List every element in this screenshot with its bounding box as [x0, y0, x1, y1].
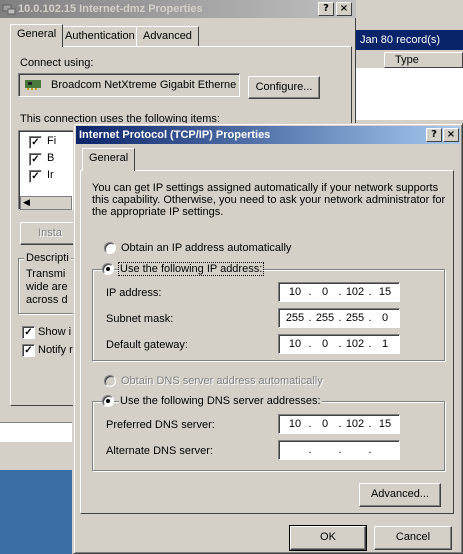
dns-group: [92, 401, 445, 471]
ip-octet-3: 102: [345, 286, 365, 298]
component-checkbox-3[interactable]: ✓: [29, 170, 42, 183]
install-button[interactable]: Insta: [20, 222, 80, 245]
dialog-close-button[interactable]: ×: [443, 128, 459, 142]
pdns-octet-2: 0: [321, 418, 329, 430]
component-checkbox-1[interactable]: ✓: [29, 136, 42, 149]
background-strip: [0, 422, 72, 442]
ip-address-field[interactable]: 10. 0. 102. 15: [278, 282, 400, 302]
configure-button[interactable]: Configure...: [248, 76, 320, 99]
bg-tab-general[interactable]: General: [10, 24, 64, 47]
description-line-1: Transmi: [26, 268, 66, 280]
tcpip-title: Internet Protocol (TCP/IP) Properties: [79, 129, 271, 141]
ip-address-label: IP address:: [106, 287, 162, 299]
notify-label: Notify r: [38, 344, 73, 356]
alternate-dns-label: Alternate DNS server:: [106, 445, 213, 457]
adapter-field: Broadcom NetXtreme Gigabit Etherne: [18, 73, 240, 97]
subnet-octet-4: 0: [381, 312, 389, 324]
bg-tab-advanced[interactable]: Advanced: [136, 26, 199, 46]
pdns-octet-3: 102: [345, 418, 365, 430]
gateway-octet-2: 0: [321, 338, 329, 350]
description-line-3: across d: [26, 294, 68, 306]
components-scrollbar[interactable]: ◀: [20, 196, 72, 210]
scroll-left-icon[interactable]: ◀: [23, 197, 30, 208]
component-item-2[interactable]: B: [47, 152, 54, 164]
ok-button[interactable]: OK: [289, 525, 367, 551]
gateway-octet-1: 10: [288, 338, 302, 350]
component-item-3[interactable]: Ir: [47, 169, 54, 181]
component-checkbox-2[interactable]: ✓: [29, 153, 42, 166]
intro-text: You can get IP settings assigned automat…: [92, 182, 446, 218]
bg-tab-authentication[interactable]: Authentication: [58, 26, 142, 46]
component-item-1[interactable]: Fi: [47, 135, 56, 147]
gateway-octet-3: 102: [345, 338, 365, 350]
alternate-dns-field[interactable]: . . .: [278, 440, 400, 460]
list-window-header-bar: Jan 80 record(s): [356, 30, 463, 50]
pdns-octet-4: 15: [378, 418, 392, 430]
show-icon-checkbox[interactable]: ✓: [22, 326, 35, 339]
subnet-octet-1: 255: [285, 312, 305, 324]
notify-checkbox[interactable]: ✓: [22, 344, 35, 357]
ip-octet-4: 15: [378, 286, 392, 298]
preferred-dns-label: Preferred DNS server:: [106, 419, 215, 431]
connection-properties-titlebar: 10.0.102.15 Internet-dmz Properties: [0, 0, 356, 18]
use-following-ip-label[interactable]: Use the following IP address:: [117, 262, 265, 276]
subnet-mask-field[interactable]: 255. 255. 255. 0: [278, 308, 400, 328]
use-following-dns-radio[interactable]: [102, 395, 114, 407]
bg-close-button[interactable]: ×: [336, 2, 352, 16]
obtain-ip-auto-label[interactable]: Obtain an IP address automatically: [121, 242, 291, 254]
cancel-button[interactable]: Cancel: [374, 526, 452, 550]
description-line-2: wide are: [26, 281, 68, 293]
connect-using-label: Connect using:: [20, 57, 94, 69]
gateway-field[interactable]: 10. 0. 102. 1: [278, 334, 400, 354]
list-window-body: [356, 68, 463, 120]
gateway-label: Default gateway:: [106, 339, 188, 351]
obtain-ip-auto-radio[interactable]: [104, 242, 116, 254]
network-adapter-icon: [25, 80, 41, 90]
subnet-octet-2: 255: [315, 312, 335, 324]
network-connection-icon: [2, 4, 16, 15]
ip-octet-1: 10: [288, 286, 302, 298]
ip-octet-2: 0: [321, 286, 329, 298]
tcpip-titlebar: Internet Protocol (TCP/IP) Properties: [76, 126, 460, 144]
bg-help-button[interactable]: ?: [318, 2, 334, 16]
obtain-dns-auto-label[interactable]: Obtain DNS server address automatically: [121, 375, 323, 387]
preferred-dns-field[interactable]: 10. 0. 102. 15: [278, 414, 400, 434]
use-following-dns-label[interactable]: Use the following DNS server addresses:: [119, 395, 322, 407]
dialog-help-button[interactable]: ?: [426, 128, 442, 142]
list-column-type[interactable]: Type: [384, 52, 463, 68]
use-following-ip-radio[interactable]: [102, 263, 114, 275]
gateway-octet-4: 1: [381, 338, 389, 350]
pdns-octet-1: 10: [288, 418, 302, 430]
subnet-mask-label: Subnet mask:: [106, 313, 174, 325]
show-icon-label: Show i: [38, 326, 72, 338]
description-group-label: Descripti: [24, 252, 71, 264]
adapter-name: Broadcom NetXtreme Gigabit Etherne: [51, 79, 237, 91]
advanced-button[interactable]: Advanced...: [359, 483, 441, 507]
subnet-octet-3: 255: [345, 312, 365, 324]
desktop-background: [0, 470, 72, 554]
connection-properties-title: 10.0.102.15 Internet-dmz Properties: [18, 3, 203, 15]
dialog-tab-general[interactable]: General: [82, 148, 136, 171]
obtain-dns-auto-radio[interactable]: [104, 375, 116, 387]
